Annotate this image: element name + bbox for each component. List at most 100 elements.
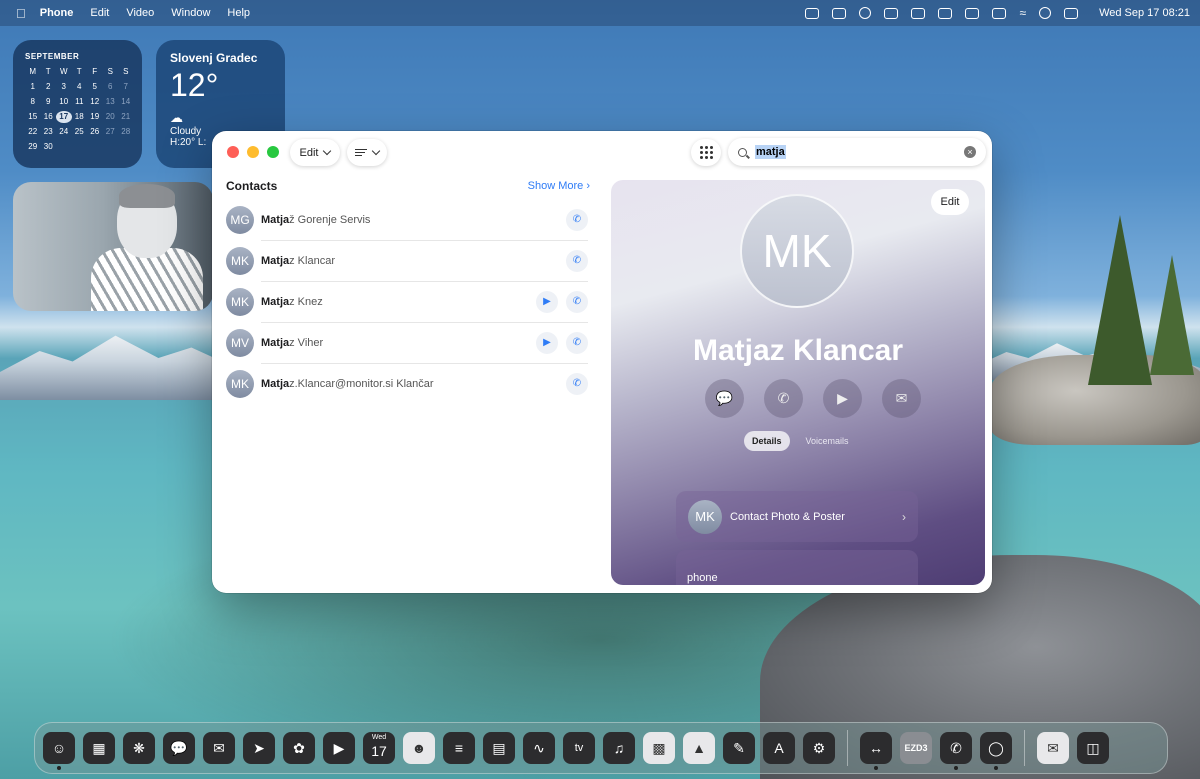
dock-app-store-icon[interactable]: A <box>763 732 795 764</box>
dock-contacts-icon[interactable]: ☻ <box>403 732 435 764</box>
calendar-widget[interactable]: SEPTEMBER M T W T F S S 1 2 3 4 5 6 7 8 9 10 11 12 13 14 15 16… <box>13 40 142 168</box>
spotlight-search-icon[interactable] <box>1039 7 1052 19</box>
video-call-icon[interactable]: ▶ <box>536 331 558 354</box>
avatar: MG <box>226 205 254 234</box>
dock-system-settings-icon[interactable]: ⚙ <box>803 732 835 764</box>
tab-details[interactable]: Details <box>744 431 790 451</box>
minimize-button[interactable] <box>247 146 259 158</box>
creative-cloud-icon[interactable] <box>859 7 872 19</box>
dock-document-icon[interactable]: ✉ <box>1037 732 1069 764</box>
calendar-day: 24 <box>59 127 69 136</box>
edit-menu-label: Edit <box>299 146 319 159</box>
phone-call-icon[interactable]: ✆ <box>566 372 588 395</box>
menu-help[interactable]: Help <box>227 7 250 19</box>
calendar-day: 18 <box>74 112 84 121</box>
running-indicator <box>954 766 958 770</box>
cloud-icon: ☁ <box>170 110 183 125</box>
teamviewer-status-icon[interactable] <box>884 7 899 19</box>
dock-chrome-icon[interactable]: ◯ <box>980 732 1012 770</box>
filter-button[interactable] <box>347 139 387 166</box>
keypad-icon <box>699 146 713 159</box>
dock-freeform-icon[interactable]: ∿ <box>523 732 555 764</box>
calendar-day: 23 <box>43 127 53 136</box>
wifi-icon[interactable]: ≈ <box>1019 6 1026 20</box>
calendar-day: 8 <box>30 97 35 106</box>
clear-search-icon[interactable]: × <box>964 146 976 158</box>
phone-label: phone <box>687 572 718 584</box>
dock-numbers-icon[interactable]: ▩ <box>643 732 675 764</box>
contact-row[interactable]: MV Matjaz Viher ▶ ✆ <box>226 322 590 363</box>
search-input[interactable]: matja <box>755 145 786 159</box>
calendar-day: 29 <box>28 142 38 151</box>
dock-finder-icon[interactable]: ☺ <box>43 732 75 770</box>
keypad-button[interactable] <box>691 139 721 166</box>
photo-widget[interactable] <box>13 182 213 311</box>
dock-keynote-icon[interactable]: ▲ <box>683 732 715 764</box>
menu-clock[interactable]: Wed Sep 17 08:21 <box>1099 7 1190 19</box>
contact-row[interactable]: MK Matjaz Knez ▶ ✆ <box>226 281 590 322</box>
phone-call-icon[interactable]: ✆ <box>566 331 588 354</box>
apple-menu-icon[interactable]:  <box>16 6 26 21</box>
dock-safari-icon[interactable]: ❋ <box>123 732 155 764</box>
menu-app-name[interactable]: Phone <box>40 7 74 19</box>
control-center-icon[interactable] <box>1064 7 1079 19</box>
message-button[interactable]: 💬 <box>705 379 744 418</box>
dock-pages-icon[interactable]: ✎ <box>723 732 755 764</box>
phone-call-icon[interactable]: ✆ <box>566 249 588 272</box>
running-indicator <box>874 766 878 770</box>
contact-edit-button[interactable]: Edit <box>931 189 969 215</box>
dock-ezd3-icon[interactable]: EZD3 <box>900 732 932 764</box>
close-button[interactable] <box>227 146 239 158</box>
dock-tv-icon[interactable]: tv <box>563 732 595 764</box>
filter-icon <box>355 148 367 157</box>
tab-voicemails[interactable]: Voicemails <box>798 431 857 451</box>
calendar-grid: M T W T F S S 1 2 3 4 5 6 7 8 9 10 11 12 13 14 15 16 17 18 19 20 21… <box>25 66 130 153</box>
battery-icon[interactable] <box>992 7 1007 19</box>
show-more-link[interactable]: Show More › <box>528 180 590 192</box>
calendar-day: 10 <box>59 97 69 106</box>
contact-row[interactable]: MK Matjaz.Klancar@monitor.si Klančar ✆ <box>226 363 590 404</box>
contact-photo-poster-row[interactable]: MK Contact Photo & Poster › <box>676 491 918 542</box>
window-layout-icon[interactable] <box>938 7 953 19</box>
calendar-weekday: M <box>29 67 37 76</box>
edit-menu-button[interactable]: Edit <box>290 139 340 166</box>
dock-facetime-icon[interactable]: ▶ <box>323 732 355 764</box>
dock-maps-icon[interactable]: ➤ <box>243 732 275 764</box>
dock-mail-icon[interactable]: ✉ <box>203 732 235 764</box>
phone-card[interactable]: phone <box>676 550 918 585</box>
mail-button[interactable]: ✉ <box>882 379 921 418</box>
contact-avatar-large[interactable]: MK <box>740 194 854 308</box>
display-icon[interactable] <box>832 7 847 19</box>
contact-row[interactable]: MG Matjaž Gorenje Servis ✆ <box>226 199 590 240</box>
dock-photos-icon[interactable]: ✿ <box>283 732 315 764</box>
dock-calendar-icon[interactable]: Wed 17 <box>363 732 395 764</box>
video-button[interactable]: ▶ <box>823 379 862 418</box>
dock-reminders-icon[interactable]: ≡ <box>443 732 475 764</box>
call-button[interactable]: ✆ <box>764 379 803 418</box>
dropbox-icon[interactable] <box>911 7 926 19</box>
dock-trash-icon[interactable]: ◫ <box>1077 732 1109 764</box>
dock-launchpad-icon[interactable]: ▦ <box>83 732 115 764</box>
detail-tabs: Details Voicemails <box>744 431 857 451</box>
keyboard-icon[interactable] <box>965 7 980 19</box>
menu-window[interactable]: Window <box>171 7 210 19</box>
dock-teamviewer-icon[interactable]: ↔ <box>860 732 892 770</box>
dock-phone-icon[interactable]: ✆ <box>940 732 972 770</box>
phone-call-icon[interactable]: ✆ <box>566 208 588 231</box>
status-area: ≈ Wed Sep 17 08:21 <box>805 6 1190 20</box>
calendar-day: 21 <box>121 112 131 121</box>
dock-notes-icon[interactable]: ▤ <box>483 732 515 764</box>
dock-messages-icon[interactable]: 💬 <box>163 732 195 764</box>
screen-icon[interactable] <box>805 7 820 19</box>
contact-name-label: Matjaz.Klancar@monitor.si Klančar <box>261 377 434 390</box>
search-field[interactable]: matja × <box>728 138 986 166</box>
contact-list: MG Matjaž Gorenje Servis ✆ MK Matjaz Klancar… <box>226 199 590 404</box>
phone-call-icon[interactable]: ✆ <box>566 290 588 313</box>
dock-music-icon[interactable]: ♫ <box>603 732 635 764</box>
weather-city: Slovenj Gradec <box>170 51 258 65</box>
contact-row[interactable]: MK Matjaz Klancar ✆ <box>226 240 590 281</box>
zoom-button[interactable] <box>267 146 279 158</box>
video-call-icon[interactable]: ▶ <box>536 290 558 313</box>
menu-edit[interactable]: Edit <box>90 7 109 19</box>
menu-video[interactable]: Video <box>126 7 154 19</box>
